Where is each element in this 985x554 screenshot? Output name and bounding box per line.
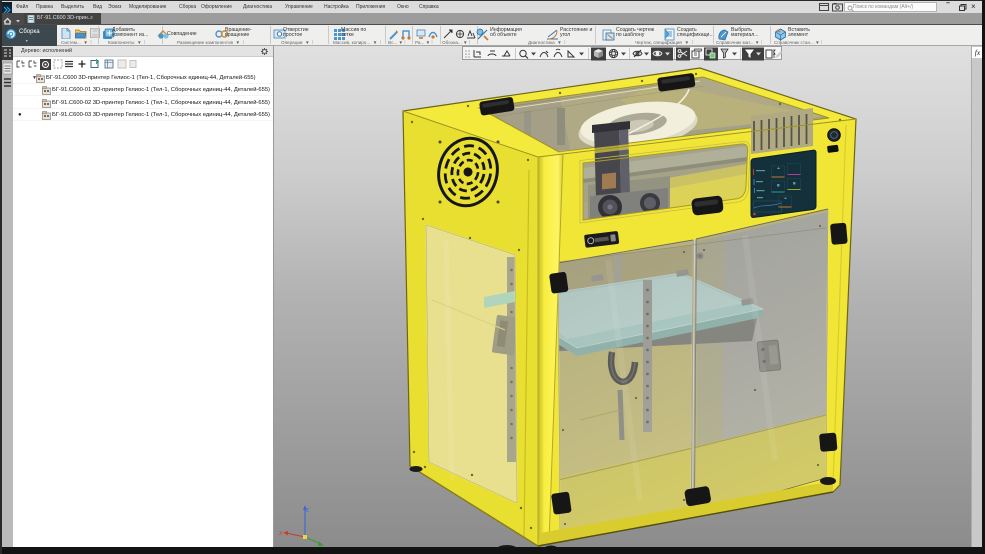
svg-text:X: X bbox=[279, 531, 283, 537]
svg-text:Z: Z bbox=[306, 508, 309, 514]
